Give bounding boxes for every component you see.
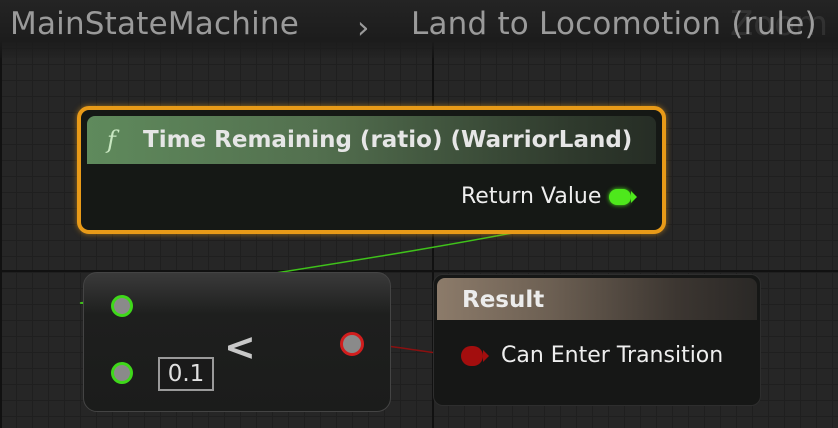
node-header: f Time Remaining (ratio) (WarriorLand)	[87, 116, 656, 164]
result-node[interactable]: Result Can Enter Transition	[433, 274, 761, 406]
less-than-operator: <	[224, 325, 256, 369]
input-pin-b[interactable]	[111, 362, 133, 384]
pin-arrow-icon	[483, 350, 489, 362]
input-pin-a[interactable]	[111, 295, 133, 317]
node-title: Result	[462, 287, 545, 313]
can-enter-transition-label: Can Enter Transition	[501, 343, 724, 368]
pin-arrow-icon	[631, 191, 637, 203]
less-than-node[interactable]: 0.1 <	[83, 272, 391, 412]
time-remaining-ratio-node[interactable]: f Time Remaining (ratio) (WarriorLand) R…	[77, 106, 666, 234]
return-value-pin[interactable]	[609, 189, 631, 205]
can-enter-transition-pin[interactable]	[461, 346, 483, 366]
node-title: Time Remaining (ratio) (WarriorLand)	[143, 127, 633, 153]
graph-canvas[interactable]: MainStateMachine › Land to Locomotion (r…	[0, 0, 838, 428]
output-pin[interactable]	[340, 332, 364, 356]
node-header: Result	[437, 278, 757, 320]
function-icon: f	[107, 126, 116, 154]
return-value-label: Return Value	[461, 184, 602, 209]
input-b-value-field[interactable]: 0.1	[158, 357, 214, 391]
